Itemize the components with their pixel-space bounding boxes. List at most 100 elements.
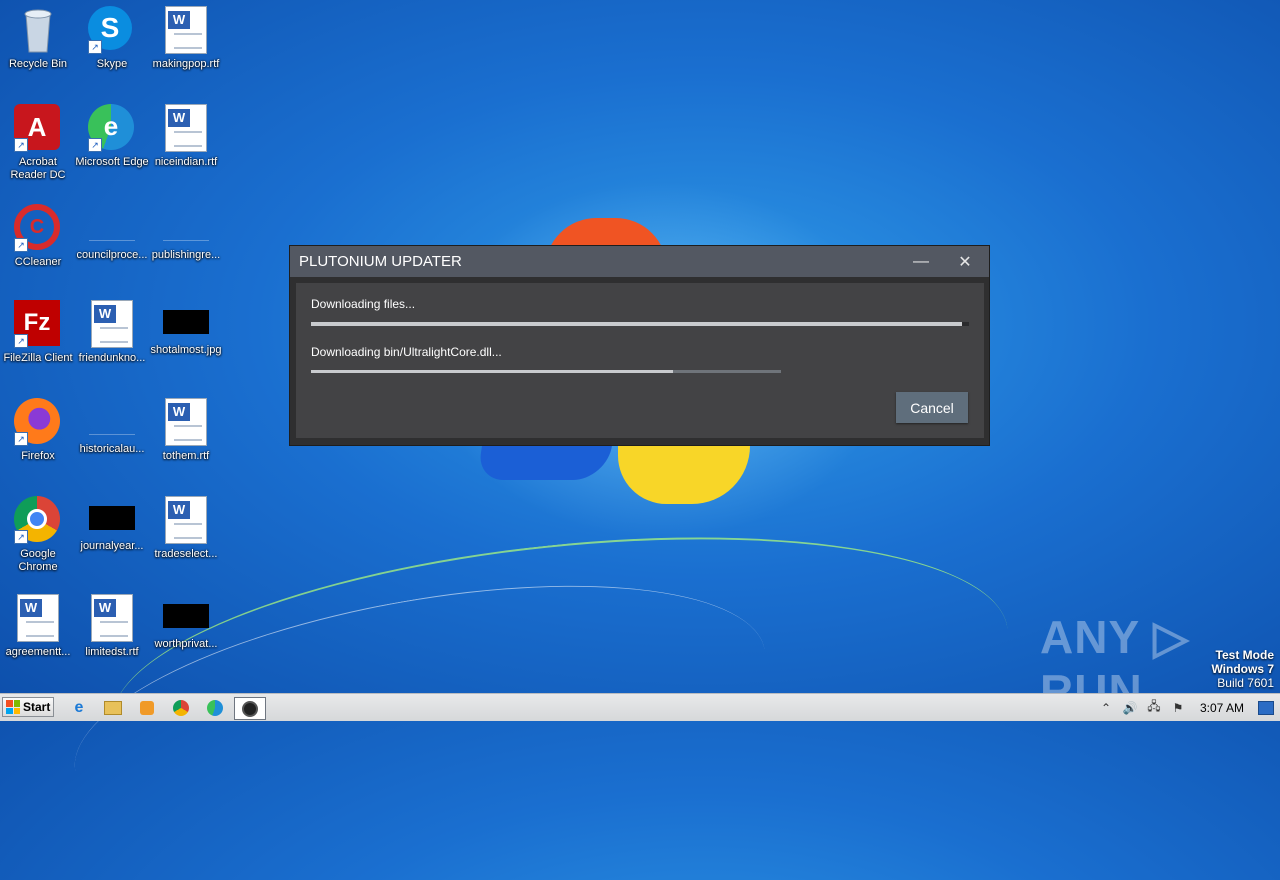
internet-explorer-icon: e (74, 698, 84, 716)
file-progress-fill (311, 370, 673, 373)
overall-status-text: Downloading files... (311, 297, 416, 311)
shortcut-arrow-icon: ↗ (14, 432, 28, 446)
start-button[interactable]: Start (2, 697, 54, 717)
icon-label: limitedst.rtf (85, 646, 139, 658)
desktop-icon-firefox[interactable]: ↗ Firefox (0, 398, 76, 463)
desktop-icon-niceindian[interactable]: W niceindian.rtf (148, 104, 224, 169)
taskbar: Start e ⌃ 🔊 🖧 ⚑ 3:07 AM (0, 693, 1280, 721)
icon-label: Acrobat Reader DC (10, 156, 66, 181)
media-player-icon (140, 700, 154, 715)
taskbar-chrome[interactable] (170, 697, 192, 718)
icon-label: tothem.rtf (162, 450, 210, 462)
desktop-icon-recycle-bin[interactable]: Recycle Bin (0, 6, 76, 71)
desktop-icon-worthprivat[interactable]: worthprivat... (148, 594, 224, 651)
icon-label: makingpop.rtf (152, 58, 220, 70)
os-build-info: Test Mode Windows 7 Build 7601 (1211, 648, 1274, 690)
desktop-icon-publishingre[interactable]: publishingre... (148, 204, 224, 262)
close-button[interactable]: ✕ (951, 248, 979, 276)
icon-label: Google Chrome (18, 548, 58, 573)
taskbar-media-player[interactable] (136, 697, 158, 718)
desktop-icon-tradeselect[interactable]: W tradeselect... (148, 496, 224, 561)
window-body: Downloading files... Downloading bin/Ult… (296, 283, 984, 438)
shortcut-arrow-icon: ↗ (14, 334, 28, 348)
shortcut-arrow-icon: ↗ (14, 530, 28, 544)
word-document-icon: W (88, 594, 136, 642)
icon-label: agreementt... (5, 646, 71, 658)
desktop-icon-councilproce[interactable]: councilproce... (74, 204, 150, 262)
taskbar-explorer[interactable] (102, 697, 124, 718)
tray-expand-icon[interactable]: ⌃ (1098, 701, 1114, 715)
taskbar-plutonium[interactable] (234, 697, 266, 720)
image-thumbnail-icon (163, 604, 209, 628)
icon-label: worthprivat... (154, 638, 218, 650)
recycle-bin-icon (14, 6, 62, 54)
network-icon[interactable]: 🖧 (1146, 697, 1162, 718)
ccleaner-icon: C ↗ (14, 204, 62, 252)
word-document-icon: W (88, 300, 136, 348)
word-document-icon: W (14, 594, 62, 642)
window-titlebar[interactable]: PLUTONIUM UPDATER — ✕ (290, 246, 989, 277)
build-number-text: Build 7601 (1217, 676, 1274, 690)
folder-icon (104, 700, 122, 715)
icon-label: historicalau... (79, 443, 145, 455)
desktop-icon-shotalmost[interactable]: shotalmost.jpg (148, 300, 224, 357)
windows-logo-blue-pane (477, 440, 613, 480)
file-icon (163, 218, 209, 241)
shortcut-arrow-icon: ↗ (88, 138, 102, 152)
overall-progress-fill (311, 322, 963, 326)
icon-label: publishingre... (151, 249, 221, 261)
word-document-icon: W (162, 6, 210, 54)
image-thumbnail-icon (89, 506, 135, 530)
word-document-icon: W (162, 398, 210, 446)
minimize-button[interactable]: — (907, 248, 935, 276)
edge-icon (207, 699, 223, 716)
volume-icon[interactable]: 🔊 (1122, 701, 1138, 715)
chrome-icon: ↗ (14, 496, 62, 544)
start-label: Start (23, 700, 51, 714)
desktop-icon-agreement[interactable]: W agreementt... (0, 594, 76, 659)
overall-progress-bar (311, 322, 969, 326)
show-desktop-icon[interactable] (1258, 700, 1274, 715)
desktop-icon-friendunkno[interactable]: W friendunkno... (74, 300, 150, 365)
file-icon (89, 218, 135, 241)
filezilla-icon: Fz ↗ (14, 300, 62, 348)
icon-label: Firefox (21, 450, 55, 462)
desktop-icon-tothem[interactable]: W tothem.rtf (148, 398, 224, 463)
icon-label: tradeselect... (154, 548, 218, 560)
file-status-text: Downloading bin/UltralightCore.dll... (311, 345, 502, 359)
window-title: PLUTONIUM UPDATER (299, 253, 462, 270)
desktop-icon-edge[interactable]: e ↗ Microsoft Edge (74, 104, 150, 169)
desktop-icon-skype[interactable]: S ↗ Skype (74, 6, 150, 71)
icon-label: Recycle Bin (8, 58, 68, 70)
desktop-icon-acrobat[interactable]: A ↗ Acrobat Reader DC (0, 104, 76, 182)
shortcut-arrow-icon: ↗ (88, 40, 102, 54)
word-document-icon: W (162, 104, 210, 152)
system-tray: ⌃ 🔊 🖧 ⚑ 3:07 AM (1098, 695, 1280, 720)
windows-flag-icon (6, 700, 20, 714)
image-thumbnail-icon (163, 310, 209, 334)
file-icon (89, 412, 135, 435)
icon-label: Microsoft Edge (75, 156, 149, 168)
action-center-flag-icon[interactable]: ⚑ (1170, 701, 1186, 715)
icon-label: niceindian.rtf (154, 156, 218, 168)
windows-version-text: Windows 7 (1211, 662, 1274, 676)
taskbar-edge[interactable] (204, 697, 226, 718)
desktop-icon-historicalau[interactable]: historicalau... (74, 398, 150, 456)
shortcut-arrow-icon: ↗ (14, 238, 28, 252)
icon-label: Skype (96, 58, 128, 70)
desktop-icon-chrome[interactable]: ↗ Google Chrome (0, 496, 76, 574)
icon-label: friendunkno... (78, 352, 146, 364)
icon-label: councilproce... (76, 249, 148, 261)
desktop-icon-limitedst[interactable]: W limitedst.rtf (74, 594, 150, 659)
firefox-icon: ↗ (14, 398, 62, 446)
icon-label: journalyear... (80, 540, 144, 552)
desktop-icon-filezilla[interactable]: Fz ↗ FileZilla Client (0, 300, 76, 365)
chrome-icon (173, 699, 189, 716)
clock[interactable]: 3:07 AM (1200, 701, 1244, 715)
cancel-button[interactable]: Cancel (896, 392, 968, 423)
desktop-icon-ccleaner[interactable]: C ↗ CCleaner (0, 204, 76, 269)
plutonium-icon (242, 700, 258, 717)
desktop-icon-journalyear[interactable]: journalyear... (74, 496, 150, 553)
taskbar-internet-explorer[interactable]: e (68, 697, 90, 718)
desktop-icon-makingpop[interactable]: W makingpop.rtf (148, 6, 224, 71)
